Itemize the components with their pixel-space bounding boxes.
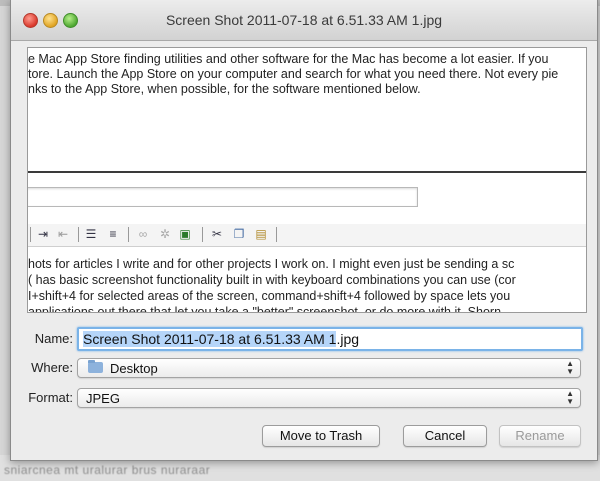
- name-selected-text: Screen Shot 2011-07-18 at 6.51.33 AM 1: [83, 331, 337, 347]
- format-value: JPEG: [86, 391, 120, 406]
- name-input-text: Screen Shot 2011-07-18 at 6.51.33 AM 1.j…: [83, 331, 359, 347]
- bullet-list-icon: ☰: [85, 227, 97, 241]
- outdent-icon: ⇤: [57, 227, 69, 241]
- rename-button[interactable]: Rename: [499, 425, 581, 447]
- where-label: Where:: [31, 360, 73, 375]
- folder-icon: [88, 360, 103, 373]
- toolbar-separator: [30, 227, 31, 242]
- copy-icon: ❐: [233, 227, 245, 241]
- preview-input-box: [28, 187, 418, 207]
- preview-line: ( has basic screenshot functionality bui…: [28, 273, 516, 287]
- cancel-button[interactable]: Cancel: [403, 425, 487, 447]
- preview-line: I+shift+4 for selected areas of the scre…: [28, 289, 511, 303]
- preview-line: nks to the App Store, when possible, for…: [28, 82, 421, 96]
- format-popup[interactable]: JPEG ▲ ▼: [77, 388, 581, 408]
- preview-body-text: hots for articles I write and for other …: [28, 256, 586, 313]
- save-dialog: Screen Shot 2011-07-18 at 6.51.33 AM 1.j…: [10, 0, 598, 461]
- indent-icon: ⇥: [37, 227, 49, 241]
- name-input[interactable]: Screen Shot 2011-07-18 at 6.51.33 AM 1.j…: [77, 327, 583, 351]
- title-bar: Screen Shot 2011-07-18 at 6.51.33 AM 1.j…: [11, 0, 597, 41]
- preview-line: e Mac App Store finding utilities and ot…: [28, 52, 549, 66]
- move-to-trash-button[interactable]: Move to Trash: [262, 425, 380, 447]
- image-icon: ▣: [179, 227, 191, 241]
- background-text: sniarcnea mt uralurar brus nuraraar: [4, 463, 211, 477]
- preview-line: hots for articles I write and for other …: [28, 257, 515, 271]
- format-label: Format:: [28, 390, 73, 405]
- preview-top-text: e Mac App Store finding utilities and ot…: [28, 52, 586, 97]
- preview-editor-toolbar: ⇥ ⇤ ☰ ≡ ∞ ✲ ▣ ✂ ❐ ▤: [28, 224, 586, 247]
- popup-arrows-icon: ▲ ▼: [566, 359, 574, 376]
- link-icon: ∞: [138, 227, 148, 241]
- preview-line: tore. Launch the App Store on your compu…: [28, 67, 559, 81]
- toolbar-separator: [78, 227, 79, 242]
- anchor-icon: ✲: [159, 227, 171, 241]
- paste-icon: ▤: [255, 227, 267, 241]
- preview-divider: [28, 171, 586, 173]
- cut-icon: ✂: [211, 227, 223, 241]
- preview-line: applications out there that let you take…: [28, 305, 502, 313]
- name-extension: .jpg: [336, 331, 360, 347]
- window-title: Screen Shot 2011-07-18 at 6.51.33 AM 1.j…: [165, 12, 443, 28]
- name-label: Name:: [34, 331, 73, 346]
- toolbar-separator: [276, 227, 277, 242]
- toolbar-separator: [202, 227, 203, 242]
- where-value: Desktop: [110, 361, 158, 376]
- popup-arrows-icon: ▲ ▼: [566, 389, 574, 406]
- where-popup[interactable]: Desktop ▲ ▼: [77, 358, 581, 378]
- numbered-list-icon: ≡: [109, 227, 117, 241]
- toolbar-separator: [128, 227, 129, 242]
- document-preview: e Mac App Store finding utilities and ot…: [27, 47, 587, 313]
